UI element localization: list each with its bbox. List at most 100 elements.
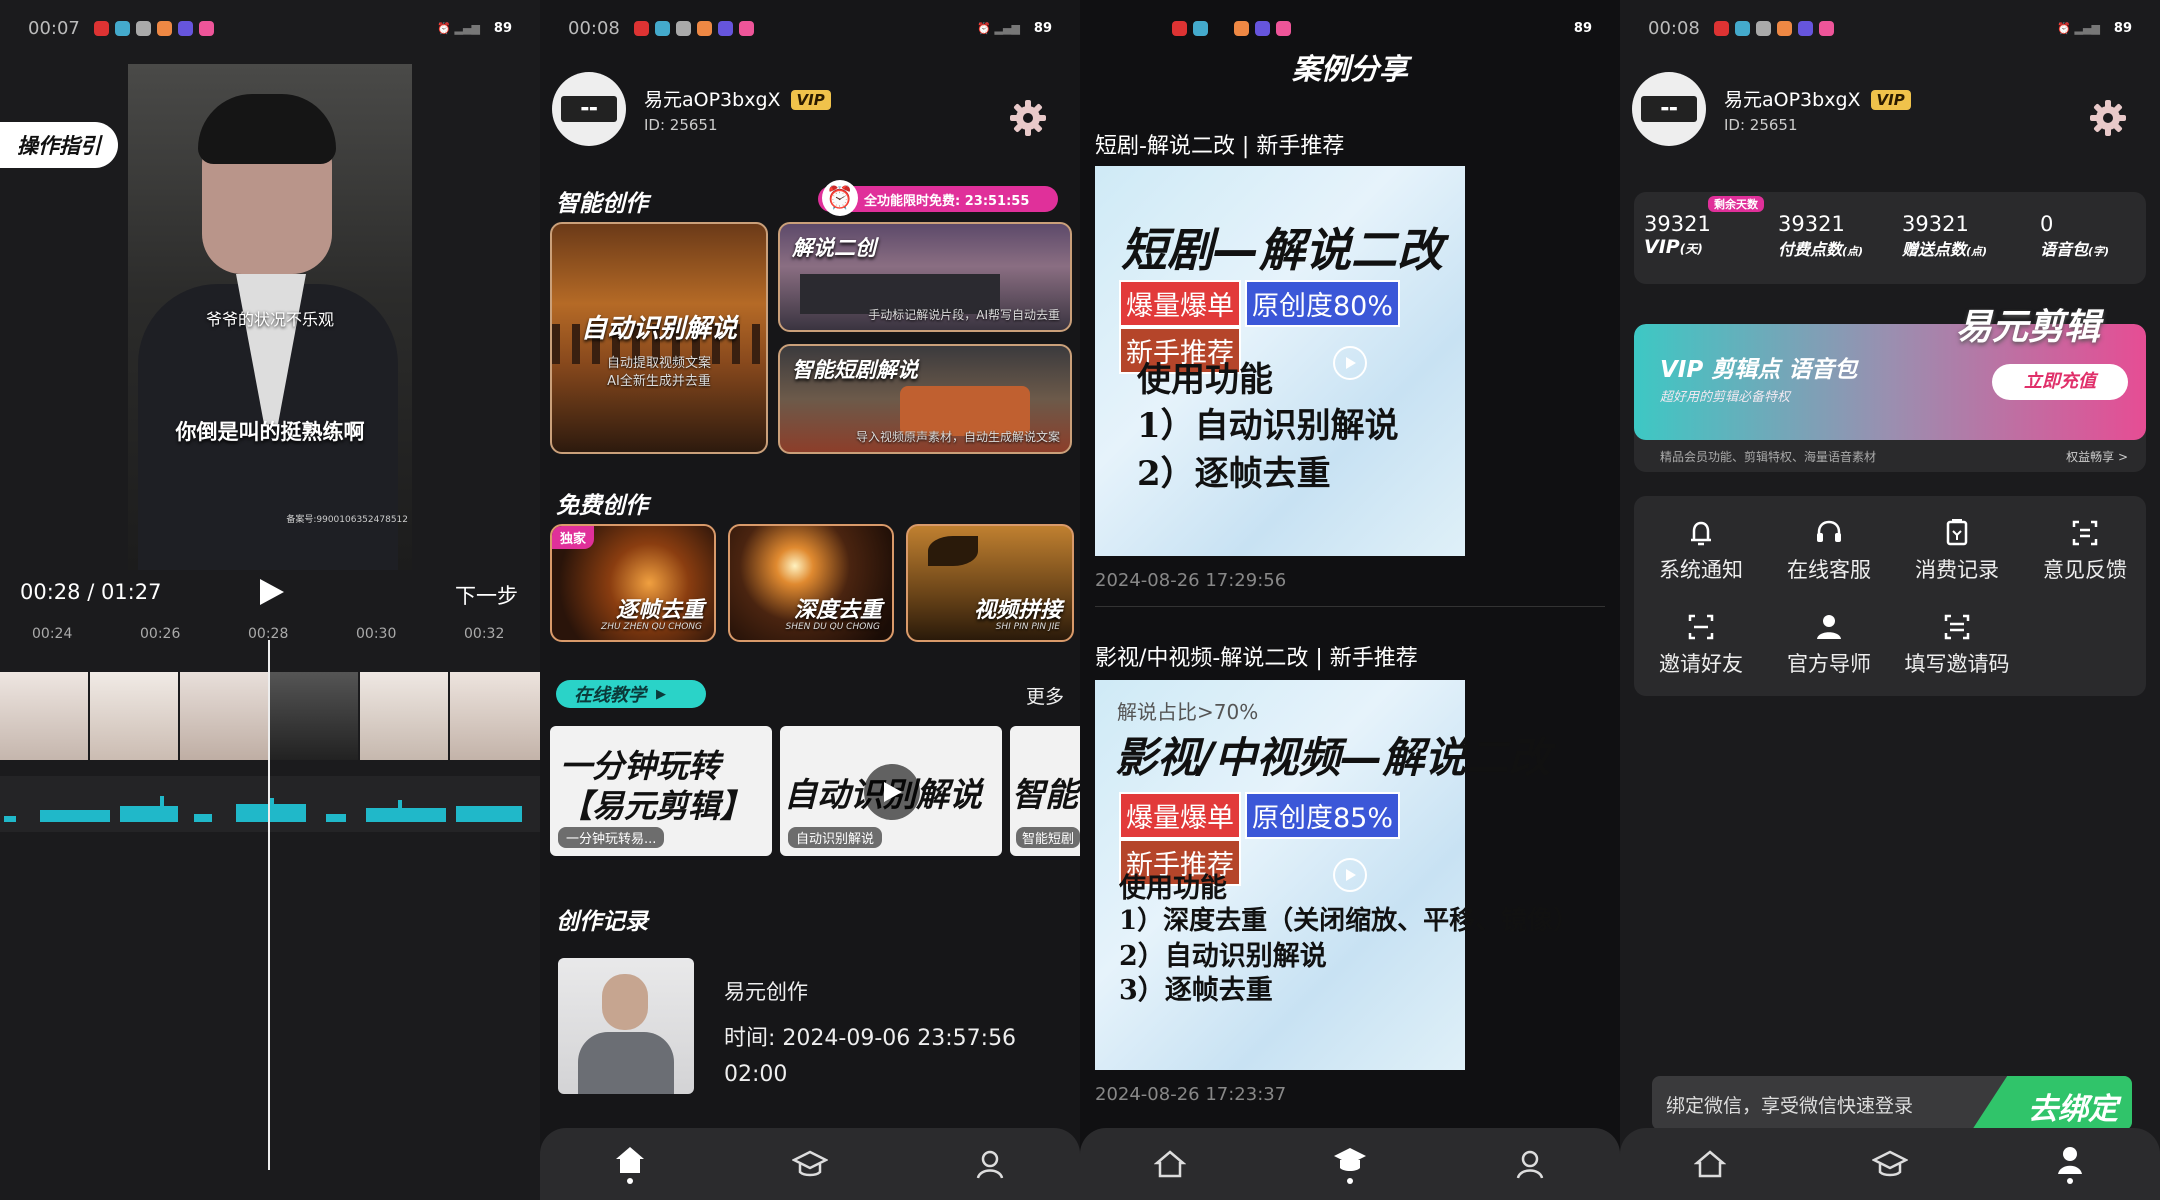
free-item-video-join[interactable]: 视频拼接 SHI PIN PIN JIE xyxy=(906,524,1074,642)
free-item-frame-dedup[interactable]: 独家 逐帧去重 ZHU ZHEN QU CHONG xyxy=(550,524,716,642)
tiktok-icon xyxy=(114,20,130,36)
stat-vip[interactable]: 39321 VIP(天) xyxy=(1644,212,1711,258)
tutorial-title: 一分钟玩转【易元剪辑】 xyxy=(560,747,753,825)
menu-feedback[interactable]: 意见反馈 xyxy=(2030,518,2140,584)
avatar[interactable]: ▬▬ xyxy=(552,72,626,146)
tag: 原创度85% xyxy=(1245,792,1401,839)
more-link[interactable]: 更多 xyxy=(1026,682,1064,709)
free-item-deep-dedup[interactable]: 深度去重 SHEN DU QU CHONG xyxy=(728,524,894,642)
case-share-screen: 89 案例分享 短剧-解说二改 | 新手推荐 短剧—解说二改 爆量爆单 原创度80… xyxy=(1080,0,1620,1200)
record-item[interactable]: 易元创作 时间: 2024-09-06 23:57:56 02:00 xyxy=(558,958,1058,1098)
waveform xyxy=(4,796,522,822)
case2-card[interactable]: 解说占比>70% 影视/中视频—解说二改 爆量爆单 原创度85%新手推荐 使用功能… xyxy=(1095,680,1579,1070)
alarm-icon: ⏰ xyxy=(822,180,858,216)
watermark-text: 备案号:9900106352478512 xyxy=(286,515,408,525)
menu-invite-code[interactable]: 填写邀请码 xyxy=(1902,612,2012,678)
profile-header[interactable]: ▬▬ 易元aOP3bxgX VIP ID: 25651 xyxy=(552,72,831,146)
menu-system-notice[interactable]: 系统通知 xyxy=(1646,518,1756,584)
profile-header[interactable]: ▬▬ 易元aOP3bxgX VIP ID: 25651 xyxy=(1632,72,1911,146)
tab-learn[interactable] xyxy=(1860,1134,1920,1194)
card-auto-explain[interactable]: 自动识别解说 自动提取视频文案 AI全新生成并去重 xyxy=(550,222,768,454)
receipt-icon xyxy=(1946,519,1968,546)
thumbnail-frame xyxy=(0,672,90,760)
bell-icon xyxy=(1691,521,1711,546)
ruler-tick: 00:26 xyxy=(140,626,181,642)
stat-gift[interactable]: 39321 赠送点数(点) xyxy=(1902,212,1987,260)
video-preview[interactable]: 爷爷的状况不乐观 你倒是叫的挺熟练啊 备案号:9900106352478512 xyxy=(128,64,412,570)
tab-home[interactable] xyxy=(600,1134,660,1194)
home-screen: 00:08 ⏰ ▂▄▆ 89 ▬▬ 易元aOP3bxgX VIP ID: 2565… xyxy=(540,0,1080,1200)
home-icon xyxy=(616,1146,644,1173)
menu-online-service[interactable]: 在线客服 xyxy=(1774,518,1884,584)
free-item-pinyin: ZHU ZHEN QU CHONG xyxy=(601,622,702,632)
notification-icon xyxy=(1172,20,1187,36)
audio-track[interactable] xyxy=(0,776,540,832)
guide-button[interactable]: 操作指引 xyxy=(0,122,118,168)
video-track[interactable] xyxy=(0,672,540,760)
tab-home[interactable] xyxy=(1140,1134,1200,1194)
timer-text: 全功能限时免费: 23:51:55 xyxy=(864,193,1030,209)
tutorial-card[interactable]: 自动识别解说 自动识别解说 xyxy=(780,726,1002,856)
tab-profile[interactable] xyxy=(960,1134,1020,1194)
tutorial-card[interactable]: 一分钟玩转【易元剪辑】 一分钟玩转易... xyxy=(550,726,772,856)
card-auto-sub2: AI全新生成并去重 xyxy=(607,374,711,389)
bind-text: 绑定微信，享受微信快速登录 xyxy=(1666,1095,1914,1117)
app-icon xyxy=(1755,20,1771,36)
tiktok-icon xyxy=(1193,20,1208,36)
card-short-drama[interactable]: 智能短剧解说 导入视频原声素材，自动生成解说文案 xyxy=(778,344,1072,454)
bind-wechat-bar[interactable]: 绑定微信，享受微信快速登录 去绑定 xyxy=(1652,1076,2132,1130)
status-bar: 00:08 ⏰ ▂▄▆ 89 xyxy=(540,0,1080,56)
menu-label: 消费记录 xyxy=(1915,558,1999,582)
stat-voice[interactable]: 0 语音包(字) xyxy=(2040,212,2109,260)
app-icon xyxy=(738,20,754,36)
menu-official-mentor[interactable]: 官方导师 xyxy=(1774,612,1884,678)
notification-icon xyxy=(1713,20,1729,36)
tab-profile[interactable] xyxy=(1500,1134,1560,1194)
stat-label: 赠送点数 xyxy=(1902,240,1967,259)
card-short-sub: 导入视频原声素材，自动生成解说文案 xyxy=(855,430,1060,444)
tab-home[interactable] xyxy=(1680,1134,1740,1194)
online-teach-tab[interactable]: 在线教学 ▶ xyxy=(556,680,706,708)
rights-link[interactable]: 权益畅享 > xyxy=(2066,448,2128,465)
username: 易元aOP3bxgX xyxy=(1724,88,1861,111)
record-title: 易元创作 xyxy=(724,980,808,1004)
menu-consume-record[interactable]: 消费记录 xyxy=(1902,518,2012,584)
logo-icon: ▬▬ xyxy=(1641,96,1697,122)
status-bar: 00:08 ⏰ ▂▄▆ 89 xyxy=(1620,0,2160,56)
recharge-button[interactable]: 立即充值 xyxy=(1992,364,2128,400)
app-icon xyxy=(156,20,172,36)
case2-header: 影视/中视频-解说二改 | 新手推荐 xyxy=(1095,646,1418,671)
case1-card[interactable]: 短剧—解说二改 爆量爆单 原创度80%新手推荐 使用功能 1）自动识别解说 2）逐… xyxy=(1095,166,1465,556)
free-item-title: 深度去重 xyxy=(793,598,882,623)
playhead[interactable] xyxy=(268,640,270,1170)
bind-button[interactable]: 去绑定 xyxy=(1972,1076,2132,1130)
home-icon xyxy=(1154,1150,1186,1178)
tutorial-card[interactable]: 智能 智能短剧 xyxy=(1010,726,1080,856)
subtitle-small: 爷爷的状况不乐观 xyxy=(205,310,334,329)
settings-button[interactable] xyxy=(2088,98,2128,142)
next-step-button[interactable]: 下一步 xyxy=(455,580,518,610)
feedback-icon xyxy=(2072,520,2098,546)
tab-learn[interactable] xyxy=(780,1134,840,1194)
tag: 爆量爆单 xyxy=(1119,792,1241,839)
case1-line: 2）逐帧去重 xyxy=(1137,454,1331,494)
stat-value: 0 xyxy=(2040,212,2054,236)
banner-sub: 超好用的剪辑必备特权 xyxy=(1660,390,1791,405)
thumbnail-frame xyxy=(450,672,540,760)
tab-profile[interactable] xyxy=(2040,1134,2100,1194)
play-circle-icon xyxy=(1333,346,1367,380)
menu-label: 填写邀请码 xyxy=(1904,652,2010,676)
online-teach-label: 在线教学 xyxy=(574,685,646,706)
settings-button[interactable] xyxy=(1008,98,1048,142)
play-button[interactable] xyxy=(256,576,286,608)
play-circle-icon xyxy=(864,764,920,820)
tab-learn[interactable] xyxy=(1320,1134,1380,1194)
menu-invite-friends[interactable]: 邀请好友 xyxy=(1646,612,1756,678)
card-explain-remix[interactable]: 解说二创 手动标记解说片段，AI帮写自动去重 xyxy=(778,222,1072,332)
avatar[interactable]: ▬▬ xyxy=(1632,72,1706,146)
profile-screen: 00:08 ⏰ ▂▄▆ 89 ▬▬ 易元aOP3bxgX VIP ID: 2565… xyxy=(1620,0,2160,1200)
stat-label: VIP xyxy=(1644,236,1680,258)
card-explain-sub: 手动标记解说片段，AI帮写自动去重 xyxy=(868,308,1060,322)
page-title: 案例分享 xyxy=(1291,52,1408,86)
stat-paid[interactable]: 39321 付费点数(点) xyxy=(1778,212,1863,260)
